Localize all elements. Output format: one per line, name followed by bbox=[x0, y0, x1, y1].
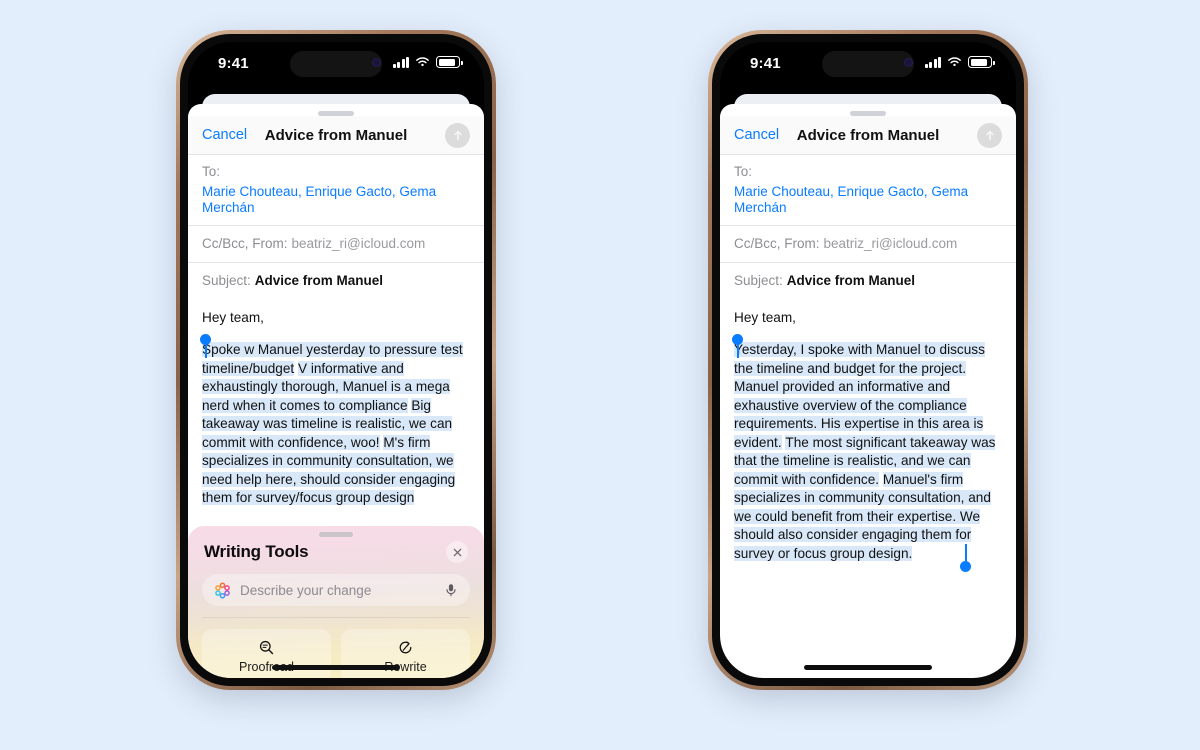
status-indicators bbox=[392, 56, 463, 68]
subject-field[interactable]: Subject: Advice from Manuel bbox=[188, 261, 484, 299]
send-arrow-up-icon bbox=[985, 130, 994, 141]
cellular-bars-icon bbox=[392, 56, 409, 68]
to-recipients[interactable]: Marie Chouteau, Enrique Gacto, Gema Merc… bbox=[202, 184, 470, 216]
writing-tools-header: Writing Tools bbox=[188, 537, 484, 563]
page-title: Advice from Manuel bbox=[264, 126, 408, 144]
page-title: Advice from Manuel bbox=[796, 126, 940, 144]
to-label: To: bbox=[202, 164, 221, 179]
body-greeting: Hey team, bbox=[734, 309, 796, 325]
writing-tools-title: Writing Tools bbox=[204, 542, 309, 561]
home-indicator[interactable] bbox=[804, 665, 932, 670]
to-recipients[interactable]: Marie Chouteau, Enrique Gacto, Gema Merc… bbox=[734, 184, 1002, 216]
from-address: beatriz_ri@icloud.com bbox=[291, 235, 426, 251]
status-indicators bbox=[924, 56, 995, 68]
from-address: beatriz_ri@icloud.com bbox=[823, 235, 958, 251]
phone-right-screen: 9:41 Cancel Advice from Manuel To: Marie… bbox=[720, 42, 1016, 678]
describe-change-input[interactable]: Describe your change bbox=[202, 574, 470, 606]
mail-compose-sheet-left: Cancel Advice from Manuel To: Marie Chou… bbox=[188, 104, 484, 678]
apple-intelligence-icon bbox=[215, 581, 230, 599]
phone-left-screen: 9:41 Cancel Advice from Manuel To: Marie… bbox=[188, 42, 484, 678]
front-camera-icon bbox=[904, 58, 913, 67]
close-button[interactable] bbox=[446, 541, 468, 563]
wifi-icon bbox=[416, 57, 429, 67]
screenshot-stage: 9:41 Cancel Advice from Manuel To: Marie… bbox=[0, 0, 1200, 750]
selection-handle-end[interactable] bbox=[960, 561, 971, 573]
status-bar-left: 9:41 bbox=[188, 42, 484, 88]
selected-body-text-left[interactable]: Spoke w Manuel yesterday to pressure tes… bbox=[200, 334, 470, 508]
cc-label: Cc/Bcc, From: bbox=[734, 235, 820, 251]
describe-change-placeholder: Describe your change bbox=[240, 582, 372, 598]
selected-body-text-right[interactable]: Yesterday, I spoke with Manuel to discus… bbox=[732, 334, 1002, 573]
send-button[interactable] bbox=[977, 122, 1002, 148]
subject-value: Advice from Manuel bbox=[786, 272, 916, 288]
battery-icon bbox=[968, 56, 995, 68]
wifi-icon bbox=[948, 57, 961, 67]
selection-caret-end bbox=[965, 544, 967, 562]
phone-left: 9:41 Cancel Advice from Manuel To: Marie… bbox=[176, 30, 496, 690]
phone-right-bezel: 9:41 Cancel Advice from Manuel To: Marie… bbox=[712, 34, 1024, 686]
writing-tools-panel: Writing Tools Describe your change Proof… bbox=[188, 526, 484, 678]
cc-bcc-from-field[interactable]: Cc/Bcc, From: beatriz_ri@icloud.com bbox=[720, 224, 1016, 262]
mail-compose-sheet-right: Cancel Advice from Manuel To: Marie Chou… bbox=[720, 104, 1016, 678]
selection-caret-start bbox=[737, 342, 739, 359]
send-arrow-up-icon bbox=[453, 130, 462, 141]
compose-navbar-left: Cancel Advice from Manuel bbox=[188, 116, 484, 154]
writing-tools-divider bbox=[202, 617, 470, 618]
status-bar-right: 9:41 bbox=[720, 42, 1016, 88]
proofread-button[interactable]: Proofread bbox=[202, 629, 331, 678]
dynamic-island bbox=[822, 51, 914, 77]
close-icon bbox=[453, 548, 461, 556]
writing-tools-primary-actions: Proofread Rewrite bbox=[188, 629, 484, 678]
front-camera-icon bbox=[372, 58, 381, 67]
body-line: Yesterday, I spoke with Manuel to discus… bbox=[734, 342, 985, 376]
status-time: 9:41 bbox=[750, 55, 781, 72]
to-field[interactable]: To: Marie Chouteau, Enrique Gacto, Gema … bbox=[720, 154, 1016, 225]
subject-label: Subject: bbox=[202, 272, 251, 288]
cellular-bars-icon bbox=[924, 56, 941, 68]
rewrite-button[interactable]: Rewrite bbox=[341, 629, 470, 678]
compose-navbar-right: Cancel Advice from Manuel bbox=[720, 116, 1016, 154]
phone-left-bezel: 9:41 Cancel Advice from Manuel To: Marie… bbox=[180, 34, 492, 686]
magnifier-minus-icon bbox=[259, 640, 274, 654]
home-indicator[interactable] bbox=[272, 665, 400, 670]
microphone-icon[interactable] bbox=[444, 583, 458, 597]
mail-body-right[interactable]: Hey team, Yesterday, I spoke with Manuel… bbox=[720, 299, 1016, 678]
selection-caret-start bbox=[205, 342, 207, 359]
cancel-button[interactable]: Cancel bbox=[734, 127, 779, 143]
subject-field[interactable]: Subject: Advice from Manuel bbox=[720, 261, 1016, 299]
cc-label: Cc/Bcc, From: bbox=[202, 235, 288, 251]
phone-right: 9:41 Cancel Advice from Manuel To: Marie… bbox=[708, 30, 1028, 690]
dynamic-island bbox=[290, 51, 382, 77]
subject-label: Subject: bbox=[734, 272, 783, 288]
body-greeting: Hey team, bbox=[202, 309, 264, 325]
send-button[interactable] bbox=[445, 122, 470, 148]
to-field[interactable]: To: Marie Chouteau, Enrique Gacto, Gema … bbox=[188, 154, 484, 225]
to-label: To: bbox=[734, 164, 753, 179]
cc-bcc-from-field[interactable]: Cc/Bcc, From: beatriz_ri@icloud.com bbox=[188, 224, 484, 262]
rewrite-arrow-icon bbox=[399, 640, 412, 653]
cancel-button[interactable]: Cancel bbox=[202, 127, 247, 143]
status-time: 9:41 bbox=[218, 55, 249, 72]
battery-icon bbox=[436, 56, 463, 68]
subject-value: Advice from Manuel bbox=[254, 272, 384, 288]
